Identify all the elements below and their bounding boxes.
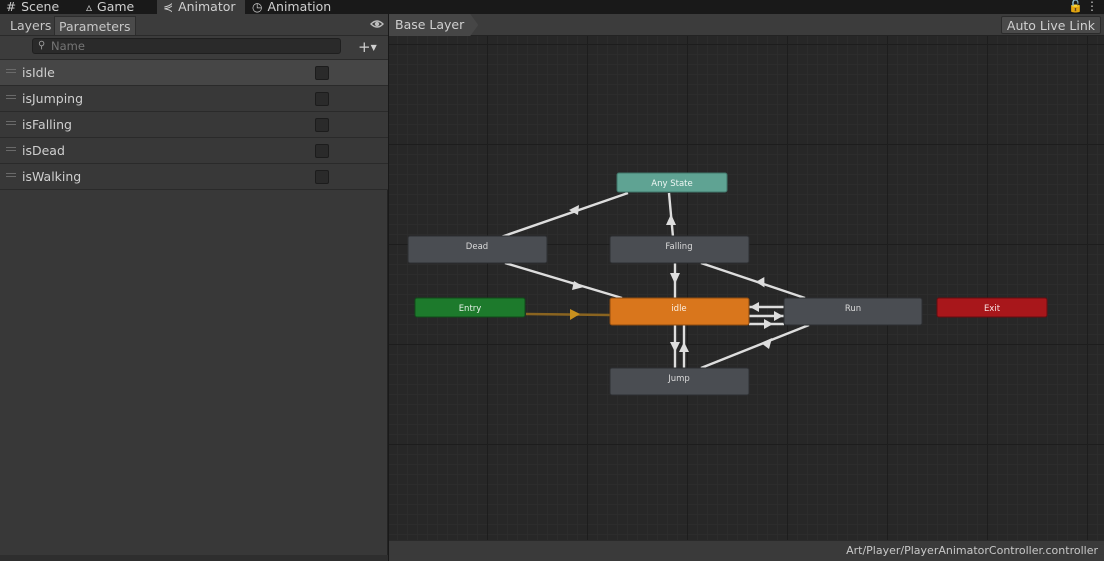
drag-handle-icon[interactable]: [6, 147, 16, 151]
state-entry[interactable]: Entry: [414, 297, 526, 318]
transition-falling-run[interactable]: [700, 261, 806, 300]
clock-icon: ◷: [252, 0, 263, 14]
breadcrumb[interactable]: Base Layer: [389, 14, 478, 36]
tab-scene[interactable]: # Scene: [6, 0, 76, 14]
parameter-row[interactable]: isWalking: [0, 164, 388, 190]
panel-footer: [0, 555, 388, 561]
state-any-state[interactable]: Any State: [616, 172, 728, 193]
tab-game[interactable]: ▵ Game: [86, 0, 150, 14]
plus-icon: +: [358, 38, 371, 56]
parameter-name[interactable]: isIdle: [22, 65, 55, 80]
state-idle[interactable]: idle: [609, 297, 750, 326]
state-label: Any State: [651, 179, 692, 189]
window-tab-bar: # Scene ▵ Game ⋞ Animator ◷ Animation 🔓 …: [0, 0, 1104, 14]
tab-game-label: Game: [97, 0, 135, 14]
arrow-head: [774, 311, 783, 321]
drag-handle-icon[interactable]: [6, 95, 16, 99]
arrow-head: [761, 338, 772, 349]
entry-arrow-head: [570, 309, 580, 320]
state-run[interactable]: Run: [783, 297, 923, 326]
state-label: Exit: [984, 304, 1001, 314]
arrow-head: [764, 319, 773, 329]
arrow-head: [670, 273, 680, 284]
state-exit[interactable]: Exit: [936, 297, 1048, 318]
tab-animator[interactable]: ⋞ Animator: [157, 0, 245, 14]
tab-parameters[interactable]: Parameters: [54, 16, 136, 35]
more-menu-icon[interactable]: ⋮: [1086, 0, 1098, 14]
auto-live-link-button[interactable]: Auto Live Link: [1000, 16, 1101, 34]
transition-jump-run[interactable]: [700, 323, 810, 370]
state-label: Entry: [459, 304, 482, 314]
parameter-row[interactable]: isIdle: [0, 60, 388, 86]
controller-path: Art/Player/PlayerAnimatorController.cont…: [846, 544, 1098, 557]
arrow-head: [755, 277, 765, 288]
state-jump[interactable]: Jump: [609, 367, 750, 396]
search-icon: ⚲: [38, 40, 46, 51]
transition-anystate-dead[interactable]: [500, 191, 629, 239]
parameter-row[interactable]: isDead: [0, 138, 388, 164]
search-input[interactable]: [32, 38, 341, 54]
parameter-checkbox[interactable]: [315, 170, 329, 184]
add-parameter-button[interactable]: +▼: [358, 38, 386, 56]
lock-icon[interactable]: 🔓: [1068, 0, 1083, 14]
grid-icon: #: [6, 0, 17, 14]
parameter-name[interactable]: isDead: [22, 143, 65, 158]
state-dead[interactable]: Dead: [407, 235, 548, 264]
status-bar: Art/Player/PlayerAnimatorController.cont…: [389, 540, 1104, 561]
chevron-down-icon: ▼: [370, 43, 377, 52]
state-falling[interactable]: Falling: [609, 235, 750, 264]
state-machine-graph[interactable]: Any State Dead Falling Entry idle Run Ex…: [389, 36, 1104, 540]
gamepad-icon: ▵: [86, 0, 93, 14]
parameter-checkbox[interactable]: [315, 66, 329, 80]
parameter-row[interactable]: isFalling: [0, 112, 388, 138]
parameter-name[interactable]: isJumping: [22, 91, 83, 106]
drag-handle-icon[interactable]: [6, 121, 16, 125]
panel-tabs: Layers Parameters: [0, 14, 388, 36]
state-label: Jump: [667, 374, 690, 384]
eye-icon[interactable]: [370, 17, 384, 31]
state-label: Run: [845, 304, 861, 314]
transition-dead-idle[interactable]: [504, 261, 623, 300]
parameter-row[interactable]: isJumping: [0, 86, 388, 112]
state-label: Falling: [665, 242, 692, 252]
tab-animator-label: Animator: [178, 0, 236, 14]
parameter-name[interactable]: isWalking: [22, 169, 81, 184]
arrow-head: [750, 302, 759, 312]
graph-canvas: Any State Dead Falling Entry idle Run Ex…: [407, 172, 1048, 396]
parameter-name[interactable]: isFalling: [22, 117, 72, 132]
state-label: Dead: [466, 242, 488, 252]
animator-icon: ⋞: [163, 0, 174, 14]
arrow-head: [679, 342, 689, 352]
state-label: idle: [671, 304, 686, 314]
arrow-head: [670, 342, 680, 352]
tab-layers[interactable]: Layers: [6, 16, 55, 35]
graph-toolbar: Base Layer Auto Live Link: [389, 14, 1104, 36]
drag-handle-icon[interactable]: [6, 69, 16, 73]
parameter-checkbox[interactable]: [315, 92, 329, 106]
tab-animation[interactable]: ◷ Animation: [252, 0, 342, 14]
parameters-panel: Layers Parameters ⚲ +▼ isIdle isJumping …: [0, 14, 388, 561]
tab-scene-label: Scene: [21, 0, 60, 14]
search-row: ⚲ +▼: [0, 36, 388, 60]
parameter-checkbox[interactable]: [315, 118, 329, 132]
transition-entry-idle[interactable]: [525, 312, 611, 317]
arrow-head: [666, 214, 676, 225]
tab-animation-label: Animation: [267, 0, 332, 14]
parameter-checkbox[interactable]: [315, 144, 329, 158]
drag-handle-icon[interactable]: [6, 173, 16, 177]
